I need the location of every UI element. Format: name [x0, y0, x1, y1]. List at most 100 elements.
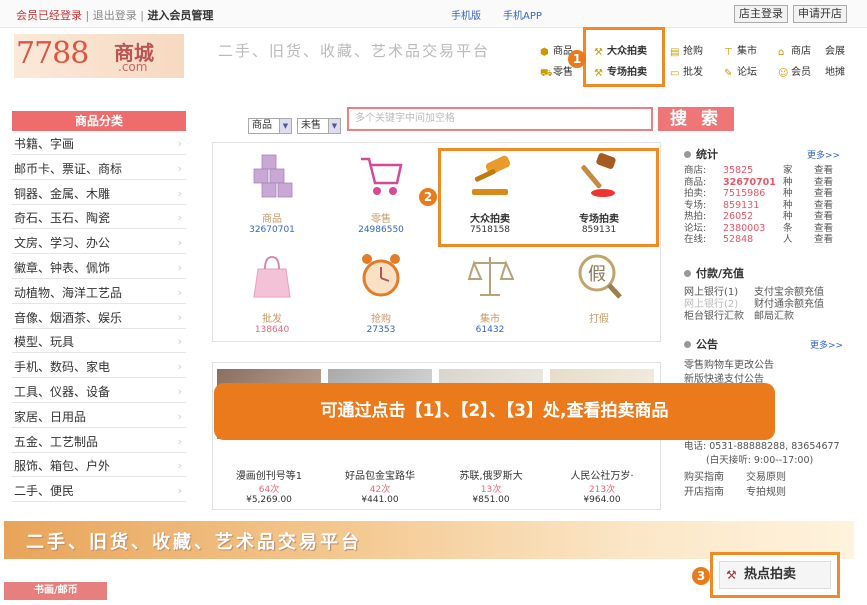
apply-store-button[interactable]: 申请开店 — [793, 5, 847, 23]
stats-key: 在线: — [684, 234, 707, 245]
chevron-right-icon: › — [177, 484, 182, 498]
mobile-app-link[interactable]: 手机APP — [503, 7, 542, 22]
nav-item-member[interactable]: ☺ 会员 — [778, 63, 811, 79]
category-item[interactable]: 服饰、箱包、户外 › — [12, 455, 186, 478]
category-item[interactable]: 工具、仪器、设备 › — [12, 381, 186, 403]
stats-unit: 种 — [783, 176, 793, 188]
search-status-select[interactable]: 未售 ▼ — [297, 118, 341, 134]
stats-row: 商店: 35825 家 查看 — [684, 165, 844, 177]
nav-item-wholesale[interactable]: ▭ 批发 — [670, 63, 703, 79]
search-input[interactable]: 多个关键字中间加空格 — [347, 107, 653, 131]
stats-value: 35825 — [723, 165, 754, 176]
stats-row: 专场: 859131 种 查看 — [684, 200, 844, 212]
grid-item-goods[interactable]: 商品 32670701 — [217, 151, 327, 235]
category-label: 动植物、海洋工艺品 — [14, 285, 123, 300]
grid-label: 批发 — [262, 314, 282, 325]
stats-unit: 种 — [783, 188, 793, 199]
category-item[interactable]: 五金、工艺制品 › — [12, 431, 186, 453]
section-tab-calligraphy-stamps[interactable]: 书画/邮币 — [4, 582, 107, 600]
category-label: 书籍、字画 — [14, 137, 75, 151]
chevron-right-icon: › — [177, 335, 182, 349]
guide-link[interactable]: 专拍规则 — [746, 487, 786, 498]
grid-count: 138640 — [254, 325, 290, 335]
payment-link[interactable]: 邮局汇款 — [754, 311, 794, 322]
stats-value: 2380003 — [723, 222, 766, 234]
grid-item-flash-sale[interactable]: 抢购 27353 — [326, 251, 436, 335]
contact-phone: 电话: 0531-88888288, 83654677 — [684, 441, 840, 452]
nav-item-stall[interactable]: 地摊 — [825, 63, 845, 78]
stats-table: 商店: 35825 家查看 商品: 32670701 种查看 拍卖: 7515986 种查看 专场… — [684, 165, 844, 246]
member-admin-link[interactable]: 进入会员管理 — [147, 9, 213, 22]
stats-view-link[interactable]: 查看 — [814, 177, 833, 189]
notice-item[interactable]: 零售购物车更改公告 — [684, 356, 774, 371]
stats-row: 商品: 32670701 种 查看 — [684, 177, 844, 189]
product-bid-count: 42次 — [369, 485, 391, 495]
highlight-box-1 — [583, 27, 665, 87]
guide-link[interactable]: 购买指南 — [684, 468, 746, 483]
logged-in-link[interactable]: 会员已经登录 — [16, 9, 82, 22]
category-item[interactable]: 手机、数码、家电 › — [12, 356, 186, 379]
chevron-down-icon: ▼ — [328, 119, 340, 133]
category-item[interactable]: 动植物、海洋工艺品 › — [12, 282, 186, 304]
category-item[interactable]: 奇石、玉石、陶瓷 › — [12, 207, 186, 230]
stats-unit: 条 — [783, 222, 793, 234]
category-item[interactable]: 家居、日用品 › — [12, 406, 186, 428]
category-label: 家居、日用品 — [14, 409, 87, 424]
nav-item-exhibition[interactable]: 会展 — [825, 42, 845, 57]
category-item[interactable]: 铜器、金属、木雕 › — [12, 183, 186, 205]
nav-item-market[interactable]: ⊤ 集市 — [724, 42, 757, 58]
stats-key: 论坛: — [684, 222, 707, 234]
stats-view-link[interactable]: 查看 — [814, 165, 833, 177]
category-item[interactable]: 模型、玩具 › — [12, 331, 186, 354]
stats-value: 7515986 — [723, 188, 766, 199]
chevron-right-icon: › — [177, 360, 182, 374]
stats-view-link[interactable]: 查看 — [814, 211, 833, 223]
site-logo[interactable]: 7788 商城 .com — [14, 34, 184, 78]
payment-link[interactable]: 柜台银行汇款 — [684, 307, 754, 322]
notice-more-link[interactable]: 更多>> — [810, 338, 843, 351]
search-button[interactable]: 搜 索 — [658, 107, 734, 131]
grid-item-wholesale[interactable]: 批发 138640 — [217, 251, 327, 335]
separator: | — [85, 9, 90, 22]
category-label: 工具、仪器、设备 — [14, 385, 111, 399]
stats-more-link[interactable]: 更多>> — [807, 148, 840, 161]
chevron-right-icon: › — [177, 459, 182, 473]
category-item[interactable]: 邮币卡、票证、商标 › — [12, 158, 186, 180]
search-type-select[interactable]: 商品 ▼ — [248, 118, 292, 134]
bullet-icon — [684, 341, 691, 348]
site-slogan: 二手、旧货、收藏、艺术品交易平台 — [218, 42, 491, 60]
category-item[interactable]: 二手、便民 › — [12, 480, 186, 503]
category-item[interactable]: 文房、学习、办公 › — [12, 232, 186, 255]
grid-item-anti-fake[interactable]: 假 打假 — [544, 251, 654, 325]
category-label: 邮币卡、票证、商标 — [14, 161, 123, 176]
stats-view-link[interactable]: 查看 — [814, 188, 833, 200]
chevron-right-icon: › — [177, 261, 182, 274]
category-label: 模型、玩具 — [14, 335, 75, 350]
bullet-icon — [684, 151, 691, 158]
mobile-version-link[interactable]: 手机版 — [451, 7, 481, 22]
stats-view-link[interactable]: 查看 — [814, 234, 833, 246]
stats-view-link[interactable]: 查看 — [814, 223, 833, 235]
guide-link[interactable]: 交易原则 — [746, 472, 786, 483]
logout-link[interactable]: 退出登录 — [93, 9, 137, 22]
top-bar: 会员已经登录 | 退出登录 | 进入会员管理 手机版 手机APP 店主登录 申请… — [0, 0, 867, 28]
hot-auction-link[interactable]: ⚒ 热点拍卖 — [719, 561, 831, 589]
chevron-right-icon: › — [177, 409, 182, 423]
category-item[interactable]: 书籍、字画 › — [12, 133, 186, 155]
nav-item-shops[interactable]: ⌂ 商店 — [778, 42, 811, 58]
nav-item-flash-sale[interactable]: ▤ 抢购 — [670, 42, 703, 58]
stats-value: 26052 — [723, 211, 754, 222]
chevron-right-icon: › — [177, 161, 182, 175]
grid-item-market[interactable]: 集市 61432 — [435, 251, 545, 335]
logo-domain: .com — [118, 60, 148, 74]
nav-item-retail[interactable]: ⛟零售 — [540, 63, 573, 79]
product-title: 好品包金宝路华 — [345, 471, 415, 482]
store-login-button[interactable]: 店主登录 — [734, 5, 788, 23]
category-item[interactable]: 音像、烟酒茶、娱乐 › — [12, 307, 186, 329]
guide-link[interactable]: 开店指南 — [684, 483, 746, 498]
nav-item-forum[interactable]: ✎ 论坛 — [724, 63, 757, 79]
stats-header: 统计 — [684, 146, 718, 162]
stats-view-link[interactable]: 查看 — [814, 200, 833, 212]
category-item[interactable]: 徽章、钟表、佩饰 › — [12, 257, 186, 279]
highlight-box-3: ⚒ 热点拍卖 — [710, 552, 840, 598]
